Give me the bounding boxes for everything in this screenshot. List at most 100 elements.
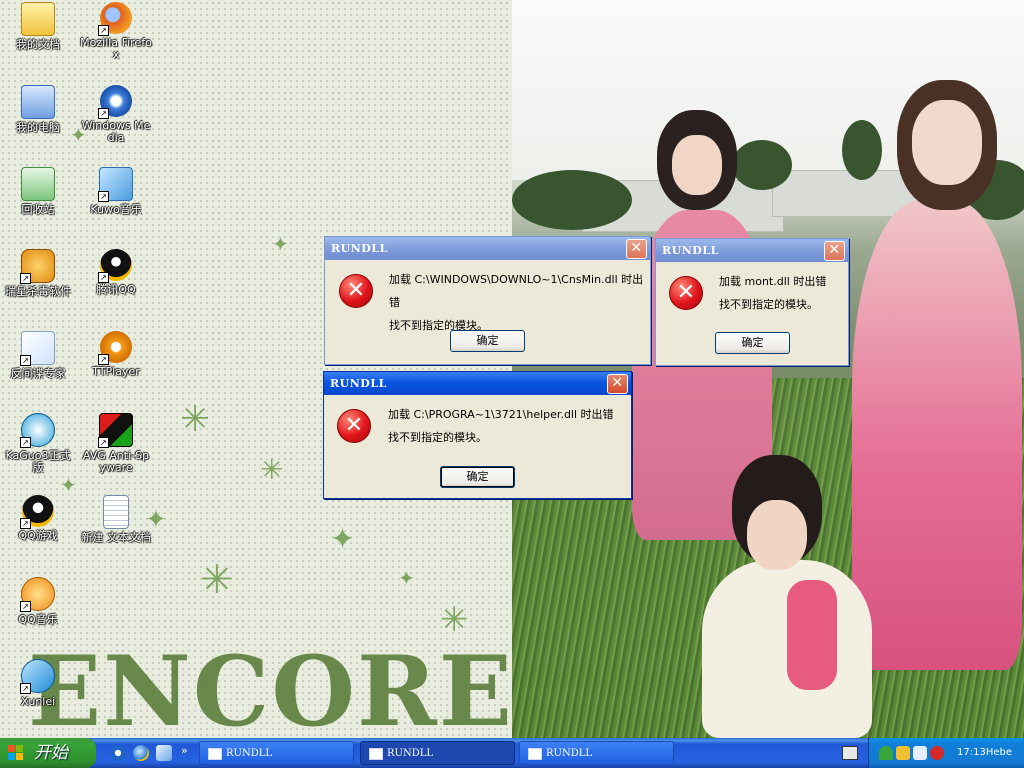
system-tray: 17:13Hebe bbox=[868, 738, 1024, 768]
desktop-icon-label: Xunlei bbox=[20, 695, 56, 708]
close-button[interactable]: ✕ bbox=[824, 241, 845, 261]
shortcut-arrow-icon: ↗ bbox=[20, 355, 31, 366]
rundll-error-dialog[interactable]: RUNDLL ✕ ✕ 加载 mont.dll 时出错 找不到指定的模块。 确定 bbox=[655, 238, 849, 366]
desktop-icon-avg[interactable]: ↗ AVG Anti-Spyware bbox=[80, 413, 152, 474]
desktop-icon-anti-spy[interactable]: ↗ 反间谍专家 bbox=[2, 331, 74, 380]
my-computer-icon bbox=[21, 85, 55, 119]
desktop-icon-xunlei[interactable]: ↗ Xunlei bbox=[2, 659, 74, 708]
taskbar-button-rundll[interactable]: RUNDLL bbox=[519, 741, 674, 765]
qq-music-icon: ↗ bbox=[20, 577, 55, 612]
rundll-error-dialog[interactable]: RUNDLL ✕ ✕ 加载 C:\PROGRA~1\3721\helper.dl… bbox=[323, 371, 632, 499]
clock[interactable]: 17:13Hebe bbox=[957, 738, 1012, 768]
network-tray-icon[interactable] bbox=[913, 746, 927, 760]
quick-launch-chevron-icon[interactable]: » bbox=[181, 744, 188, 757]
sparkle-decoration: ✦ bbox=[272, 232, 289, 256]
desktop-icon-rising-antivirus[interactable]: ↗ 瑞星杀毒软件 bbox=[2, 249, 74, 298]
firefox-icon: ↗ bbox=[98, 2, 132, 36]
shortcut-arrow-icon: ↗ bbox=[98, 354, 109, 365]
taskbar-button-rundll[interactable]: RUNDLL bbox=[199, 741, 354, 765]
close-button[interactable]: ✕ bbox=[626, 239, 647, 259]
desktop-icon-label: 新建 文本文档 bbox=[81, 531, 151, 544]
wallpaper-photo bbox=[512, 0, 1024, 738]
dialog-message-line1: 加载 mont.dll 时出错 bbox=[719, 275, 827, 288]
dialog-title: RUNDLL bbox=[330, 377, 387, 390]
desktop-icon-recycle-bin[interactable]: 回收站 bbox=[2, 167, 74, 216]
wallpaper-tree bbox=[732, 140, 792, 190]
desktop-icon-qq-game[interactable]: ↗ QQ游戏 bbox=[2, 495, 74, 542]
dialog-titlebar[interactable]: RUNDLL ✕ bbox=[325, 237, 650, 260]
desktop-icon-my-documents[interactable]: 我的文档 bbox=[2, 2, 74, 51]
desktop-icon-text-document[interactable]: 新建 文本文档 bbox=[80, 495, 152, 544]
desktop-icon-label: 腾讯QQ bbox=[96, 283, 136, 296]
shortcut-arrow-icon: ↗ bbox=[20, 601, 31, 612]
close-button[interactable]: ✕ bbox=[607, 374, 628, 394]
dialog-titlebar[interactable]: RUNDLL ✕ bbox=[656, 239, 848, 262]
sparkle-decoration: ✳ bbox=[440, 600, 469, 640]
taskbar-button-label: RUNDLL bbox=[226, 748, 273, 759]
start-label: 开始 bbox=[34, 743, 68, 763]
dialog-titlebar[interactable]: RUNDLL ✕ bbox=[324, 372, 631, 395]
keyboard-layout-icon[interactable] bbox=[842, 746, 858, 760]
dialog-message: 加载 mont.dll 时出错 找不到指定的模块。 bbox=[719, 270, 826, 316]
ok-button[interactable]: 确定 bbox=[440, 466, 515, 488]
desktop-icon-label: 我的文档 bbox=[16, 38, 60, 51]
close-icon: ✕ bbox=[611, 375, 624, 391]
desktop-icon-my-computer[interactable]: 我的电脑 bbox=[2, 85, 74, 134]
desktop-icon-ttplayer[interactable]: ↗ TTPlayer bbox=[80, 331, 152, 378]
shortcut-arrow-icon: ↗ bbox=[20, 683, 31, 694]
shield-tray-icon[interactable] bbox=[930, 746, 944, 760]
desktop-icon-label: 我的电脑 bbox=[16, 121, 60, 134]
wallpaper-encore-text: ENCORE bbox=[28, 635, 514, 739]
taskbar: 开始 » RUNDLL RUNDLL RUNDLL 17:13Hebe bbox=[0, 738, 1024, 768]
dialog-message: 加载 C:\PROGRA~1\3721\helper.dll 时出错 找不到指定… bbox=[388, 403, 614, 449]
wallpaper-person bbox=[852, 200, 1022, 670]
shortcut-arrow-icon: ↗ bbox=[20, 518, 31, 529]
close-icon: ✕ bbox=[828, 242, 841, 258]
anti-spy-icon: ↗ bbox=[20, 331, 55, 366]
desktop-icon-firefox[interactable]: ↗ Mozilla Firefox bbox=[80, 2, 152, 61]
dialog-title: RUNDLL bbox=[331, 242, 388, 255]
shortcut-arrow-icon: ↗ bbox=[20, 437, 31, 448]
qq-game-icon: ↗ bbox=[20, 495, 54, 529]
desktop-icon-qq-music[interactable]: ↗ QQ音乐 bbox=[2, 577, 74, 626]
desktop-icon-label: 瑞星杀毒软件 bbox=[5, 285, 71, 298]
error-icon: ✕ bbox=[337, 409, 371, 443]
desktop-icon-label: Kuwo音乐 bbox=[90, 203, 142, 216]
windows-logo-icon bbox=[8, 745, 24, 761]
rising-tray-icon[interactable] bbox=[896, 746, 910, 760]
desktop-icon-label: TTPlayer bbox=[92, 365, 140, 378]
text-document-icon bbox=[103, 495, 129, 529]
desktop[interactable]: ✦ ✦ ✳ ✳ ✦ ✳ ✦ ✦ ✳ ✦ ✦ ✳ ENCORE 我的文档 我的电脑 bbox=[0, 0, 1024, 738]
recycle-bin-icon bbox=[21, 167, 55, 201]
show-desktop-icon[interactable] bbox=[110, 745, 126, 761]
internet-explorer-icon[interactable] bbox=[133, 745, 149, 761]
kuwo-music-icon: ↗ bbox=[98, 167, 133, 202]
desktop-icon-label: Windows Media bbox=[81, 119, 151, 144]
window-icon bbox=[208, 748, 222, 760]
desktop-icon-label: Mozilla Firefox bbox=[80, 36, 152, 61]
windows-media-icon: ↗ bbox=[98, 85, 132, 119]
xunlei-icon: ↗ bbox=[20, 659, 55, 694]
shortcut-arrow-icon: ↗ bbox=[98, 272, 109, 283]
shortcut-arrow-icon: ↗ bbox=[98, 108, 109, 119]
desktop-icon-windows-media[interactable]: ↗ Windows Media bbox=[80, 85, 152, 144]
desktop-icon-label: QQ音乐 bbox=[18, 613, 58, 626]
start-button[interactable]: 开始 bbox=[0, 738, 96, 768]
sparkle-decoration: ✦ bbox=[60, 473, 77, 497]
shortcut-arrow-icon: ↗ bbox=[98, 25, 109, 36]
wallpaper-tree bbox=[842, 120, 882, 180]
sparkle-decoration: ✦ bbox=[398, 566, 415, 590]
desktop-icon-kaguo[interactable]: ↗ KaGuo3正式版 bbox=[2, 413, 74, 474]
umbrella-tray-icon[interactable] bbox=[879, 746, 893, 760]
rundll-error-dialog[interactable]: RUNDLL ✕ ✕ 加载 C:\WINDOWS\DOWNLO~1\CnsMin… bbox=[324, 236, 651, 365]
desktop-icon-label: 反间谍专家 bbox=[10, 367, 66, 380]
shortcut-arrow-icon: ↗ bbox=[20, 273, 31, 284]
avg-antispyware-icon: ↗ bbox=[98, 413, 133, 448]
desktop-icon-kuwo[interactable]: ↗ Kuwo音乐 bbox=[80, 167, 152, 216]
taskbar-button-rundll[interactable]: RUNDLL bbox=[360, 741, 515, 765]
my-documents-icon bbox=[21, 2, 55, 36]
ok-button[interactable]: 确定 bbox=[715, 332, 790, 354]
ok-button[interactable]: 确定 bbox=[450, 330, 525, 352]
desktop-icon-qq[interactable]: ↗ 腾讯QQ bbox=[80, 249, 152, 296]
quick-launch-icon[interactable] bbox=[156, 745, 172, 761]
